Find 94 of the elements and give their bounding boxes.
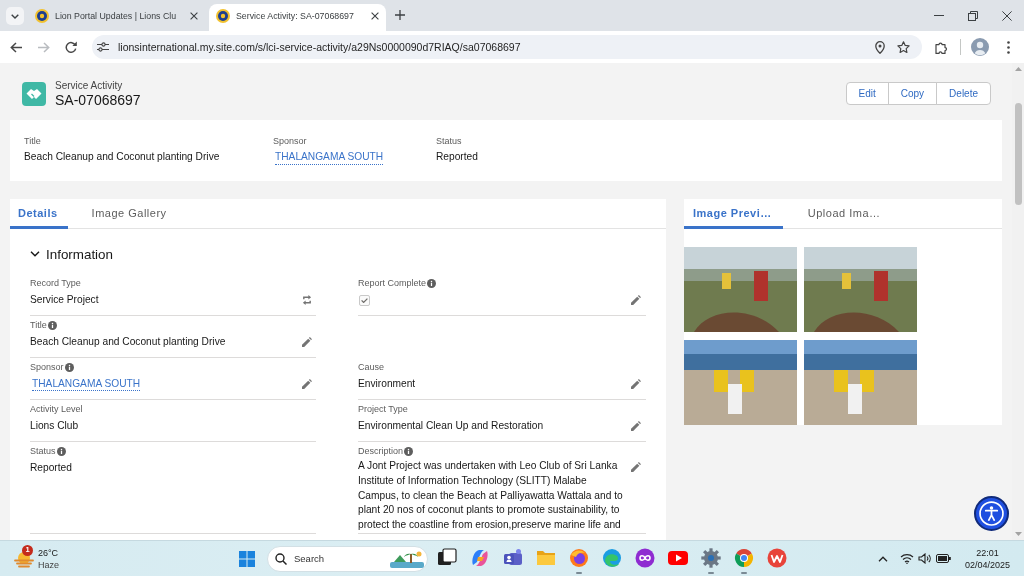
address-field[interactable]: lionsinternational.my.site.com/s/lci-service-activity/a29Ns0000090d7RIAQ/sa07068697 [92, 35, 922, 59]
action-button[interactable]: Copy [887, 82, 938, 105]
emblem-icon [35, 9, 49, 23]
pencil-icon[interactable] [631, 421, 641, 431]
field-value: Reported [436, 150, 478, 164]
record-link[interactable]: THALANGAMA SOUTH [32, 377, 141, 391]
people-tile-icon[interactable] [502, 547, 523, 568]
segmented-circle-icon[interactable] [733, 547, 754, 568]
record-title: SA-07068697 [55, 91, 141, 108]
flame-globe-icon[interactable] [568, 547, 589, 568]
tab-search-button[interactable] [6, 7, 24, 25]
action-button[interactable]: Delete [936, 82, 991, 105]
field-value: Lions Club [30, 419, 79, 433]
chevron-up-icon[interactable] [877, 555, 888, 562]
section-toggle[interactable]: Information [30, 241, 113, 267]
field-label: Report Complete [358, 277, 427, 290]
reload-icon[interactable] [65, 41, 77, 53]
pencil-icon[interactable] [631, 295, 641, 305]
field-value: Reported [30, 461, 72, 475]
photo-placeholder[interactable] [684, 247, 797, 332]
action-button[interactable]: Edit [845, 82, 889, 105]
zigzag-circle-icon[interactable] [766, 547, 787, 568]
field-label: Title [30, 319, 47, 332]
wifi-icon[interactable] [899, 553, 914, 564]
avatar-icon[interactable] [971, 38, 989, 56]
photo-placeholder[interactable] [684, 340, 797, 425]
scenery-icon [390, 549, 424, 568]
field-label: Sponsor [30, 361, 64, 374]
field-label: Project Type [358, 403, 408, 416]
info-icon[interactable] [64, 362, 74, 372]
close-icon[interactable] [190, 12, 198, 20]
details-tab[interactable]: Details [10, 199, 68, 229]
clock-date[interactable]: 02/04/2025 [964, 558, 1010, 571]
pencil-icon[interactable] [302, 337, 312, 347]
tick-icon [361, 297, 368, 303]
gallery-tab[interactable]: Upload Ima… [798, 199, 892, 229]
puzzle-icon[interactable] [934, 40, 948, 54]
field-label: Cause [358, 361, 384, 374]
details-tab[interactable]: Image Gallery [83, 199, 177, 229]
menu-icon[interactable] [1006, 40, 1010, 54]
clock-time[interactable]: 22:01 [976, 546, 999, 559]
accessibility-icon [979, 501, 1004, 526]
pencil-icon[interactable] [302, 379, 312, 389]
field-value: Environment [358, 377, 416, 391]
field-label: Title [24, 135, 41, 148]
star-icon[interactable] [897, 41, 910, 53]
search-field[interactable]: Search [267, 545, 428, 572]
field-label: Activity Level [30, 403, 83, 416]
battery-icon[interactable] [935, 554, 951, 563]
pencil-icon[interactable] [631, 462, 641, 472]
checkbox[interactable] [359, 294, 370, 306]
object-type-label: Service Activity [55, 79, 123, 92]
field-value: Beach Cleanup and Coconut planting Drive [30, 335, 226, 349]
gallery-tab[interactable]: Image Previ… [684, 199, 783, 229]
loop-icon[interactable] [634, 547, 655, 568]
info-icon[interactable] [427, 278, 437, 288]
info-icon[interactable] [56, 446, 66, 456]
field-value: Service Project [30, 293, 99, 307]
field-value: Environmental Clean Up and Restoration [358, 419, 544, 433]
volume-icon[interactable] [917, 553, 931, 564]
field-label: Sponsor [273, 135, 307, 148]
browser-tab[interactable]: Service Activity: SA-07068697 [209, 4, 386, 31]
close-icon[interactable] [371, 12, 379, 20]
browser-tab[interactable]: Lion Portal Updates | Lions Clu [28, 4, 205, 31]
emblem-icon [216, 9, 230, 23]
photo-placeholder[interactable] [804, 247, 917, 332]
swirl-icon[interactable] [469, 547, 490, 568]
pencil-icon[interactable] [631, 379, 641, 389]
start-icon[interactable] [238, 550, 255, 567]
photo-placeholder[interactable] [804, 340, 917, 425]
field-label: Description [358, 445, 404, 458]
tune-icon[interactable] [97, 42, 109, 52]
field-label: Status [436, 135, 462, 148]
plus-icon[interactable] [395, 10, 405, 20]
weather-condition: Haze [38, 558, 59, 571]
field-value: A Jont Project was undertaken with Leo Club of Sri Lanka Institute of Information Technology (SLITT) Malabe Campus, to clean the Beach at Palliyawatta Wattala and to plant 20 nos of coconut plants to promote sustainability, to protect the coastline from erosion,preserve marine life and [358, 459, 623, 532]
scrollbar-thumb[interactable] [1014, 103, 1022, 205]
field-label: Record Type [30, 277, 81, 290]
settings-icon[interactable] [700, 547, 721, 568]
back-icon[interactable] [10, 41, 22, 53]
location-pin-icon[interactable] [875, 40, 885, 54]
field-label: Status [30, 445, 56, 458]
swap-arrows-icon[interactable] [302, 295, 312, 305]
field-value: Beach Cleanup and Coconut planting Drive [24, 150, 220, 164]
handshake-icon [22, 81, 46, 106]
info-icon[interactable] [404, 446, 414, 456]
close-icon[interactable] [1002, 10, 1012, 21]
record-link[interactable]: THALANGAMA SOUTH [275, 150, 384, 165]
temperature-text: 26°C [38, 546, 59, 559]
info-icon[interactable] [47, 320, 57, 330]
search-icon [275, 552, 287, 565]
restore-icon[interactable] [968, 10, 978, 21]
chevron-down-icon [11, 13, 19, 19]
overlapping-squares-icon[interactable] [436, 547, 457, 568]
